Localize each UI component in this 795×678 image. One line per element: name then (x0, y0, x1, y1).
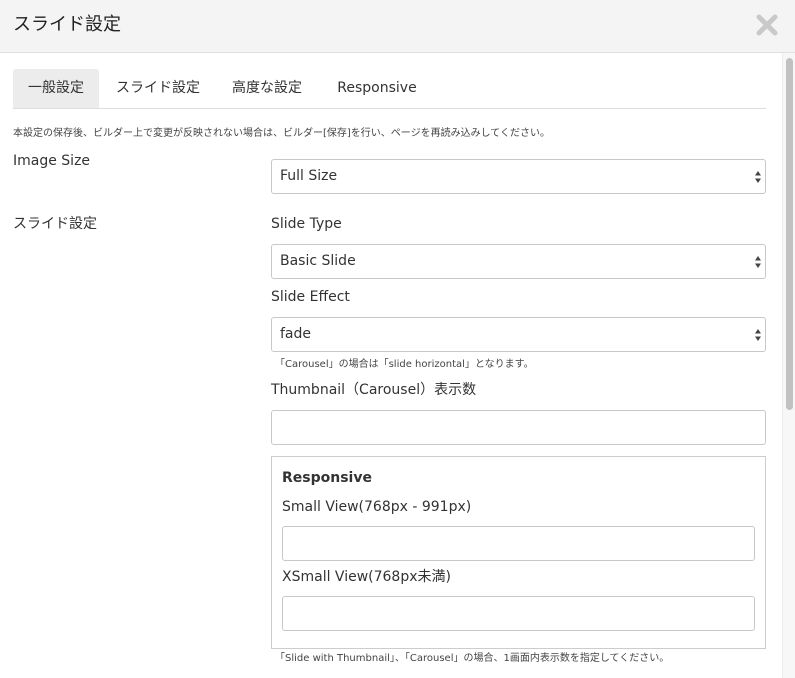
slide-effect-help: 「Carousel」の場合は「slide horizontal」となります。 (275, 359, 534, 370)
tab-general[interactable]: 一般設定 (13, 69, 99, 108)
xsmall-view-input[interactable] (282, 596, 755, 631)
image-size-select[interactable]: Full Size (271, 159, 766, 194)
slide-effect-select[interactable]: fade (271, 317, 766, 352)
select-arrows-icon (755, 171, 761, 183)
image-size-label: Image Size (13, 153, 91, 169)
slide-settings-label: スライド設定 (13, 216, 97, 232)
select-arrows-icon (755, 329, 761, 341)
close-icon (756, 14, 778, 36)
slide-type-label: Slide Type (271, 216, 342, 232)
slide-effect-label: Slide Effect (271, 289, 350, 305)
slide-type-value: Basic Slide (280, 253, 356, 269)
dialog-titlebar: スライド設定 (0, 0, 795, 53)
small-view-label: Small View(768px - 991px) (282, 499, 472, 515)
thumbnail-count-label: Thumbnail（Carousel）表示数 (271, 382, 477, 398)
xsmall-view-label: XSmall View(768px未満) (282, 569, 451, 585)
tab-bar: 一般設定 スライド設定 高度な設定 Responsive (13, 69, 766, 109)
small-view-input[interactable] (282, 526, 755, 561)
close-button[interactable] (751, 8, 783, 42)
slide-effect-value: fade (280, 326, 312, 342)
responsive-panel: Responsive Small View(768px - 991px) XSm… (271, 456, 766, 649)
scrollbar-thumb[interactable] (786, 58, 793, 410)
tab-slide-settings[interactable]: スライド設定 (108, 69, 208, 108)
thumbnail-count-help: 「Slide with Thumbnail」、「Carousel」の場合、1画面… (275, 653, 670, 664)
slide-type-select[interactable]: Basic Slide (271, 244, 766, 279)
image-size-value: Full Size (280, 168, 338, 184)
tab-responsive[interactable]: Responsive (327, 69, 427, 108)
save-notice: 本設定の保存後、ビルダー上で変更が反映されない場合は、ビルダー[保存]を行い、ペ… (13, 128, 551, 139)
select-arrows-icon (755, 256, 761, 268)
dialog-title: スライド設定 (13, 14, 121, 35)
settings-dialog: スライド設定 一般設定 スライド設定 高度な設定 Responsive 本設定の… (0, 0, 795, 678)
thumbnail-count-input[interactable] (271, 410, 766, 445)
vertical-scrollbar[interactable] (782, 53, 795, 678)
tab-advanced[interactable]: 高度な設定 (225, 69, 309, 108)
responsive-heading: Responsive (282, 470, 372, 486)
